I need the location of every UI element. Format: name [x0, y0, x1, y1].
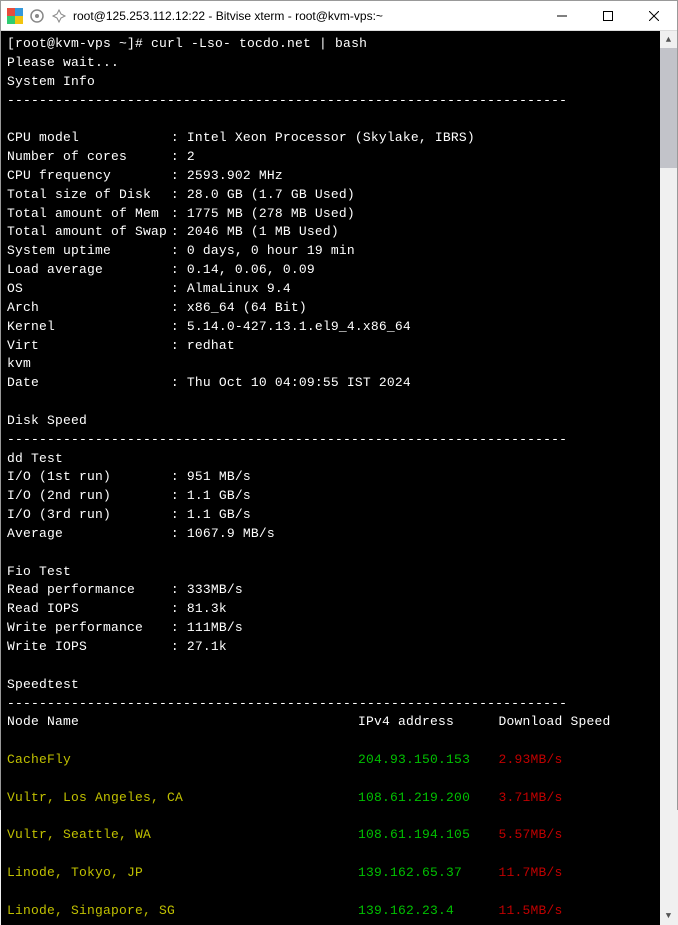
divider: ----------------------------------------… [7, 432, 567, 447]
sys-row: Total size of Disk: 28.0 GB (1.7 GB Used… [7, 187, 355, 202]
sys-row: OS: AlmaLinux 9.4 [7, 281, 291, 296]
speedtest-header-row: Node NameIPv4 addressDownload Speed [7, 713, 654, 732]
command-text: curl -Lso- tocdo.net | bash [151, 36, 367, 51]
scroll-down-button[interactable]: ▼ [660, 908, 677, 925]
window-controls [539, 1, 677, 30]
sys-row: Date: Thu Oct 10 04:09:55 IST 2024 [7, 375, 411, 390]
sys-row: Load average: 0.14, 0.06, 0.09 [7, 262, 315, 277]
dd-row: I/O (1st run): 951 MB/s [7, 469, 251, 484]
app-window: root@125.253.112.12:22 - Bitvise xterm -… [0, 0, 678, 810]
scroll-thumb[interactable] [660, 48, 677, 168]
sys-row: Kernel: 5.14.0-427.13.1.el9_4.x86_64 [7, 319, 411, 334]
sys-row: System uptime: 0 days, 0 hour 19 min [7, 243, 355, 258]
divider: ----------------------------------------… [7, 93, 567, 108]
speedtest-row: CacheFly204.93.150.1532.93MB/s [7, 751, 654, 770]
app-icon [7, 8, 23, 24]
section-speedtest: Speedtest [7, 677, 79, 692]
prompt: [root@kvm-vps ~]# [7, 36, 151, 51]
kvm-line: kvm [7, 356, 31, 371]
window-title: root@125.253.112.12:22 - Bitvise xterm -… [73, 9, 383, 23]
dd-row: I/O (2nd run): 1.1 GB/s [7, 488, 251, 503]
fio-row: Write IOPS: 27.1k [7, 639, 227, 654]
speedtest-row: Linode, Tokyo, JP139.162.65.3711.7MB/s [7, 864, 654, 883]
maximize-button[interactable] [585, 1, 631, 30]
wait-line: Please wait... [7, 55, 119, 70]
scroll-up-button[interactable]: ▲ [660, 31, 677, 48]
sys-row: Number of cores: 2 [7, 149, 195, 164]
minimize-button[interactable] [539, 1, 585, 30]
speedtest-row: Vultr, Seattle, WA108.61.194.1055.57MB/s [7, 826, 654, 845]
fio-row: Read performance: 333MB/s [7, 582, 243, 597]
sys-row: Total amount of Mem: 1775 MB (278 MB Use… [7, 206, 355, 221]
pin-icon[interactable] [51, 8, 67, 24]
fio-row: Read IOPS: 81.3k [7, 601, 227, 616]
section-disk: Disk Speed [7, 413, 87, 428]
terminal-area: [root@kvm-vps ~]# curl -Lso- tocdo.net |… [1, 31, 677, 925]
close-button[interactable] [631, 1, 677, 30]
speedtest-row: Linode, Singapore, SG139.162.23.411.5MB/… [7, 902, 654, 921]
sys-row: Arch: x86_64 (64 Bit) [7, 300, 307, 315]
gear-icon[interactable] [29, 8, 45, 24]
dd-label: dd Test [7, 451, 63, 466]
terminal[interactable]: [root@kvm-vps ~]# curl -Lso- tocdo.net |… [1, 31, 660, 925]
fio-row: Write performance: 111MB/s [7, 620, 243, 635]
title-left: root@125.253.112.12:22 - Bitvise xterm -… [7, 8, 383, 24]
dd-row: Average: 1067.9 MB/s [7, 526, 275, 541]
scrollbar[interactable]: ▲ ▼ [660, 31, 677, 925]
sys-row: CPU frequency: 2593.902 MHz [7, 168, 283, 183]
sys-row: Total amount of Swap: 2046 MB (1 MB Used… [7, 224, 339, 239]
fio-label: Fio Test [7, 564, 71, 579]
sys-row: CPU model: Intel Xeon Processor (Skylake… [7, 130, 475, 145]
divider: ----------------------------------------… [7, 696, 567, 711]
dd-row: I/O (3rd run): 1.1 GB/s [7, 507, 251, 522]
speedtest-row: Vultr, Los Angeles, CA108.61.219.2003.71… [7, 789, 654, 808]
section-sysinfo: System Info [7, 74, 95, 89]
titlebar[interactable]: root@125.253.112.12:22 - Bitvise xterm -… [1, 1, 677, 31]
sys-row: Virt: redhat [7, 338, 235, 353]
